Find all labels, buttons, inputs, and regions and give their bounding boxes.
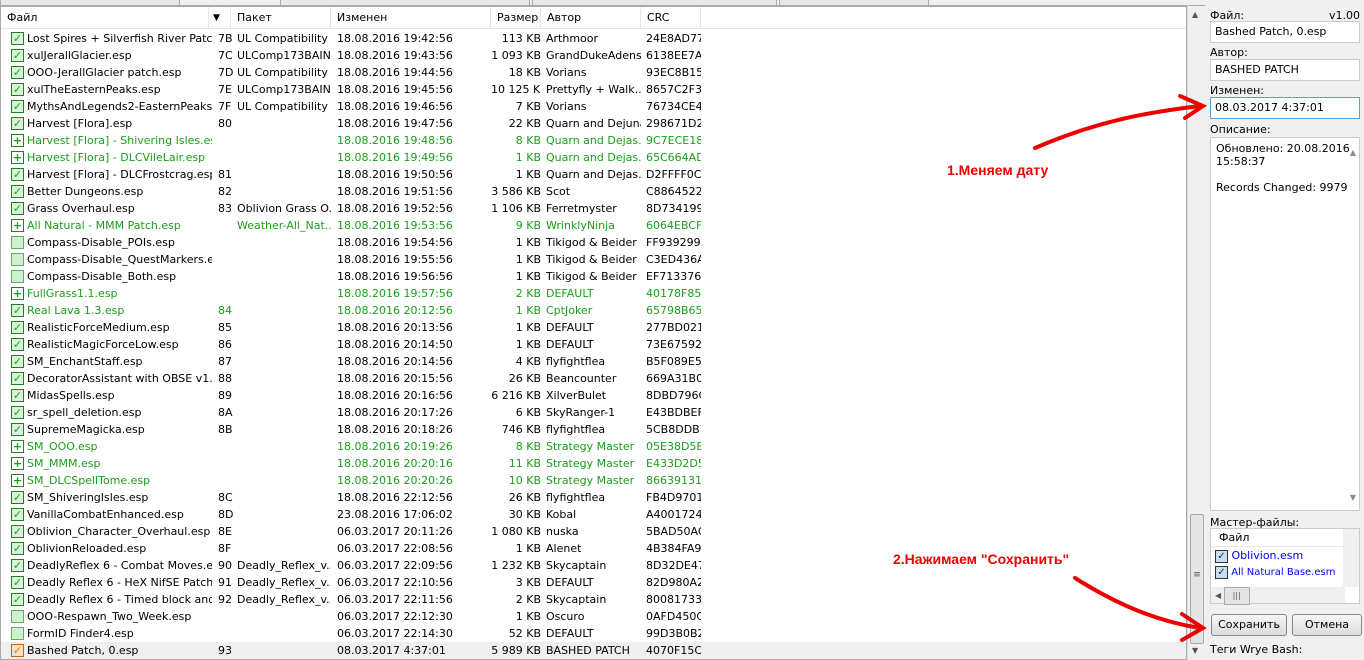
arrow-1 — [1033, 94, 1208, 150]
arrow-2 — [1073, 576, 1207, 642]
annotation-arrows — [1033, 94, 1208, 642]
